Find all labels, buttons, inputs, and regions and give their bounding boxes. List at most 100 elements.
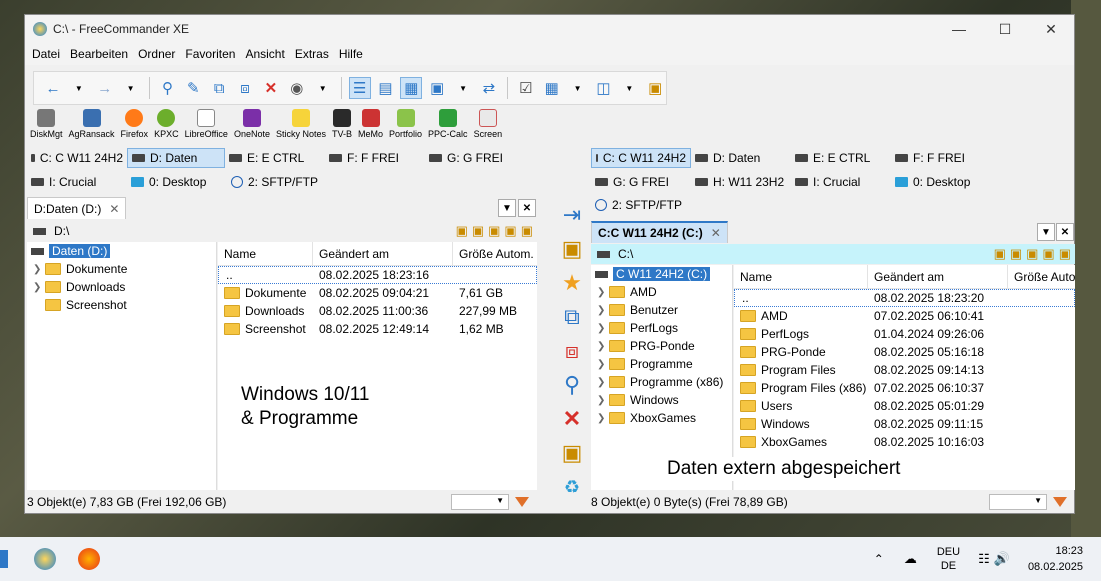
tree-item[interactable]: ❯ Dokumente (27, 260, 216, 278)
chevron-right-icon[interactable]: ❯ (597, 359, 609, 370)
left-drive-sftp[interactable]: 2: SFTP/FTP (227, 172, 347, 192)
delete-icon[interactable]: ✕ (260, 77, 282, 99)
folder-refresh-icon[interactable]: ▣ (557, 439, 587, 467)
tree-item[interactable]: ❯ Benutzer (591, 301, 732, 319)
left-drive-desktop[interactable]: 0: Desktop (127, 172, 227, 192)
checklist-icon[interactable]: ☑ (515, 77, 537, 99)
tab-right-c[interactable]: C:C W11 24H2 (C:) ✕ (591, 221, 728, 243)
launcher-tv-b[interactable]: TV-B (329, 109, 355, 145)
firefox-taskbar-icon[interactable] (78, 548, 100, 570)
close-button[interactable]: ✕ (1028, 15, 1074, 43)
column-name[interactable]: Name (734, 264, 868, 289)
chevron-right-icon[interactable]: ❯ (597, 395, 609, 406)
left-panel-close-button[interactable]: ✕ (518, 199, 536, 217)
tab-close-icon[interactable]: ✕ (109, 202, 119, 216)
table-row[interactable]: .. 08.02.2025 18:23:20 (734, 289, 1075, 307)
view-dropdown-icon[interactable]: ▼ (452, 77, 474, 99)
column-name[interactable]: Name (218, 241, 313, 266)
tree-view-icon[interactable]: ☰ (348, 77, 371, 99)
copy-icon[interactable]: ⧉ (208, 77, 230, 99)
table-row[interactable]: Screenshot 08.02.2025 12:49:14 1,62 MB (218, 320, 537, 338)
forward-icon[interactable]: → (94, 77, 116, 99)
path-toolbar-icons[interactable]: ▣▣▣▣▣ (456, 223, 537, 239)
wifi-icon[interactable]: ☷ (978, 551, 990, 567)
sync-icon[interactable]: ⇄ (478, 77, 500, 99)
freecommander-taskbar-icon[interactable] (34, 548, 56, 570)
right-drive-h[interactable]: H: W11 23H2 (691, 172, 791, 192)
window-icon[interactable]: ◫ (593, 77, 615, 99)
right-filter-input[interactable]: ▼ (989, 494, 1047, 510)
right-drive-i[interactable]: I: Crucial (791, 172, 891, 192)
menu-datei[interactable]: Datei (27, 47, 65, 61)
launcher-screen[interactable]: Screen (471, 109, 506, 145)
right-drive-desktop[interactable]: 0: Desktop (891, 172, 991, 192)
details-view-icon[interactable]: ▦ (400, 77, 423, 99)
chevron-right-icon[interactable]: ❯ (33, 282, 45, 293)
script-icon[interactable]: ▣ (644, 77, 666, 99)
right-drive-g[interactable]: G: G FREI (591, 172, 691, 192)
right-tab-dropdown-button[interactable]: ▼ (1037, 223, 1055, 241)
table-row[interactable]: Program Files 08.02.2025 09:14:13 (734, 361, 1075, 379)
launcher-onenote[interactable]: OneNote (231, 109, 273, 145)
right-drive-e[interactable]: E: E CTRL (791, 148, 891, 168)
move-icon[interactable]: ⧈ (234, 77, 256, 99)
edit-icon[interactable]: ✎ (182, 77, 204, 99)
filter-icon[interactable] (1053, 497, 1067, 507)
chevron-right-icon[interactable]: ❯ (597, 377, 609, 388)
left-drive-f[interactable]: F: F FREI (325, 148, 425, 168)
layout-icon[interactable]: ▦ (541, 77, 563, 99)
column-size[interactable]: Größe Autom. (453, 242, 537, 266)
launcher-kpxc[interactable]: KPXC (151, 109, 182, 145)
table-row[interactable]: .. 08.02.2025 18:23:16 (218, 266, 537, 284)
recycle-icon[interactable]: ♻ (557, 473, 587, 501)
left-drive-c[interactable]: C: C W11 24H2 (27, 148, 127, 168)
right-drive-d[interactable]: D: Daten (691, 148, 791, 168)
menu-favoriten[interactable]: Favoriten (180, 47, 240, 61)
table-row[interactable]: AMD 07.02.2025 06:10:41 (734, 307, 1075, 325)
search-icon[interactable]: ⚲ (157, 77, 179, 99)
launcher-libreoffice[interactable]: LibreOffice (182, 109, 231, 145)
chevron-right-icon[interactable]: ❯ (597, 413, 609, 424)
tree-item[interactable]: ❯ Downloads (27, 278, 216, 296)
tree-item[interactable]: ❯ Programme (591, 355, 732, 373)
cloud-icon[interactable]: ☁ (904, 551, 917, 567)
table-row[interactable]: Downloads 08.02.2025 11:00:36 227,99 MB (218, 302, 537, 320)
menu-bearbeiten[interactable]: Bearbeiten (65, 47, 133, 61)
table-row[interactable]: PerfLogs 01.04.2024 09:26:06 (734, 325, 1075, 343)
launcher-memo[interactable]: MeMo (355, 109, 386, 145)
column-size[interactable]: Größe Autom. (1008, 265, 1075, 289)
table-row[interactable]: Dokumente 08.02.2025 09:04:21 7,61 GB (218, 284, 537, 302)
table-row[interactable]: XboxGames 08.02.2025 10:16:03 (734, 433, 1075, 451)
left-drive-e[interactable]: E: E CTRL (225, 148, 325, 168)
tree-item[interactable]: ❯ XboxGames (591, 409, 732, 427)
language-indicator[interactable]: DEU DE (937, 545, 960, 573)
column-modified[interactable]: Geändert am (313, 241, 453, 266)
menu-extras[interactable]: Extras (290, 47, 334, 61)
move-to-icon[interactable]: ⧈ (557, 337, 587, 365)
table-row[interactable]: Users 08.02.2025 05:01:29 (734, 397, 1075, 415)
folder-sync-icon[interactable]: ▣ (557, 235, 587, 263)
right-panel-close-button[interactable]: ✕ (1056, 223, 1074, 241)
tree-item[interactable]: Screenshot (27, 296, 216, 314)
column-modified[interactable]: Geändert am (868, 264, 1008, 289)
table-row[interactable]: Program Files (x86) 07.02.2025 06:10:37 (734, 379, 1075, 397)
copy-to-icon[interactable]: ⧉ (557, 303, 587, 331)
menu-hilfe[interactable]: Hilfe (334, 47, 368, 61)
chevron-right-icon[interactable]: ❯ (597, 287, 609, 298)
layout-dropdown-icon[interactable]: ▼ (567, 77, 589, 99)
left-filter-input[interactable]: ▼ (451, 494, 509, 510)
tree-root[interactable]: Daten (D:) (27, 242, 216, 260)
right-drive-sftp[interactable]: 2: SFTP/FTP (591, 195, 711, 215)
tree-item[interactable]: ❯ Windows (591, 391, 732, 409)
chevron-up-icon[interactable]: ⌃ (874, 552, 884, 566)
tree-root[interactable]: C W11 24H2 (C:) (591, 265, 732, 283)
chevron-right-icon[interactable]: ❯ (33, 264, 45, 275)
chevron-right-icon[interactable]: ❯ (597, 323, 609, 334)
table-row[interactable]: Windows 08.02.2025 09:11:15 (734, 415, 1075, 433)
path-toolbar-icons[interactable]: ▣▣▣▣▣ (994, 246, 1075, 262)
right-drive-c[interactable]: C: C W11 24H2 (591, 148, 691, 168)
star-icon[interactable]: ★ (557, 269, 587, 297)
chevron-right-icon[interactable]: ❯ (597, 341, 609, 352)
left-path[interactable]: D:\ (54, 224, 69, 238)
binoculars-icon[interactable]: ◉ (286, 77, 308, 99)
